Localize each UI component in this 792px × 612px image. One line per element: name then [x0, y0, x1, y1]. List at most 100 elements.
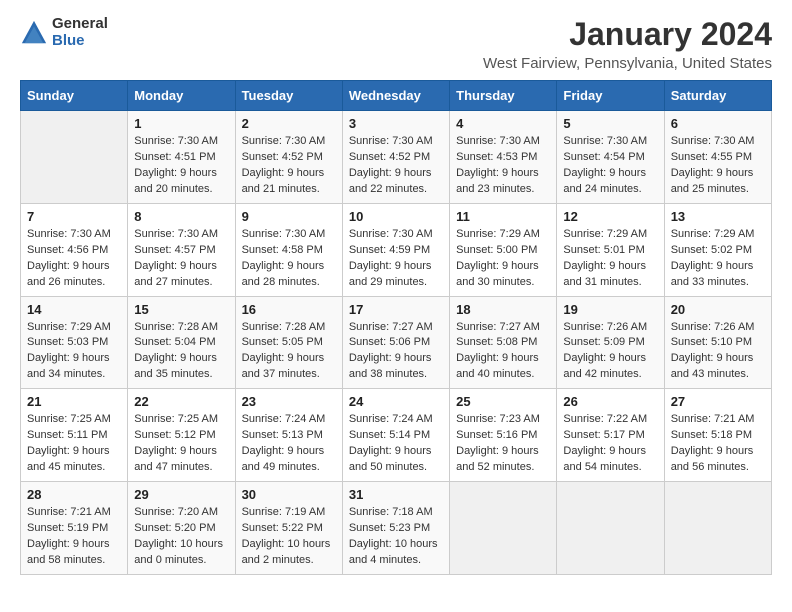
day-number: 2 [242, 116, 336, 131]
day-info: Sunrise: 7:30 AM Sunset: 4:52 PM Dayligh… [349, 134, 443, 198]
calendar-week-1: 1 Sunrise: 7:30 AM Sunset: 4:51 PM Daylig… [21, 111, 772, 204]
logo-icon [20, 19, 48, 47]
day-info: Sunrise: 7:28 AM Sunset: 5:05 PM Dayligh… [242, 320, 336, 384]
calendar-cell: 3Sunrise: 7:30 AM Sunset: 4:52 PM Daylig… [342, 111, 449, 204]
day-info: Sunrise: 7:25 AM Sunset: 5:12 PM Dayligh… [134, 412, 228, 476]
day-number: 25 [456, 394, 550, 409]
day-info: Sunrise: 7:26 AM Sunset: 5:10 PM Dayligh… [671, 320, 765, 384]
calendar-body: 1 Sunrise: 7:30 AM Sunset: 4:51 PM Daylig… [21, 111, 772, 575]
calendar-cell: 7 Sunrise: 7:30 AM Sunset: 4:56 PM Daylig… [21, 203, 128, 296]
month-title: January 2024 [483, 16, 772, 53]
day-info: Sunrise: 7:29 AM Sunset: 5:02 PM Dayligh… [671, 227, 765, 291]
calendar-cell: 16 Sunrise: 7:28 AM Sunset: 5:05 PM Dayli… [235, 296, 342, 389]
day-info: Sunrise: 7:30 AM Sunset: 4:59 PM Dayligh… [349, 227, 443, 291]
day-info: Sunrise: 7:24 AM Sunset: 5:14 PM Dayligh… [349, 412, 443, 476]
header-cell-friday: Friday [557, 81, 664, 111]
calendar-cell: 17Sunrise: 7:27 AM Sunset: 5:06 PM Dayli… [342, 296, 449, 389]
calendar-table: SundayMondayTuesdayWednesdayThursdayFrid… [20, 80, 772, 575]
title-block: January 2024 West Fairview, Pennsylvania… [483, 16, 772, 72]
calendar-cell: 9 Sunrise: 7:30 AM Sunset: 4:58 PM Daylig… [235, 203, 342, 296]
day-number: 7 [27, 209, 121, 224]
calendar-cell: 29 Sunrise: 7:20 AM Sunset: 5:20 PM Dayli… [128, 482, 235, 575]
calendar-cell: 2 Sunrise: 7:30 AM Sunset: 4:52 PM Daylig… [235, 111, 342, 204]
calendar-cell: 27Sunrise: 7:21 AM Sunset: 5:18 PM Dayli… [664, 389, 771, 482]
day-info: Sunrise: 7:29 AM Sunset: 5:01 PM Dayligh… [563, 227, 657, 291]
location-title: West Fairview, Pennsylvania, United Stat… [483, 55, 772, 72]
day-number: 4 [456, 116, 550, 131]
calendar-cell: 1 Sunrise: 7:30 AM Sunset: 4:51 PM Daylig… [128, 111, 235, 204]
day-number: 17 [349, 302, 443, 317]
day-info: Sunrise: 7:30 AM Sunset: 4:51 PM Dayligh… [134, 134, 228, 198]
page-header: General Blue January 2024 West Fairview,… [20, 16, 772, 72]
day-info: Sunrise: 7:28 AM Sunset: 5:04 PM Dayligh… [134, 320, 228, 384]
calendar-cell: 19 Sunrise: 7:26 AM Sunset: 5:09 PM Dayli… [557, 296, 664, 389]
calendar-cell: 23 Sunrise: 7:24 AM Sunset: 5:13 PM Dayli… [235, 389, 342, 482]
calendar-cell: 4Sunrise: 7:30 AM Sunset: 4:53 PM Daylig… [450, 111, 557, 204]
calendar-week-4: 21Sunrise: 7:25 AM Sunset: 5:11 PM Dayli… [21, 389, 772, 482]
day-number: 12 [563, 209, 657, 224]
day-number: 16 [242, 302, 336, 317]
calendar-week-3: 14 Sunrise: 7:29 AM Sunset: 5:03 PM Dayli… [21, 296, 772, 389]
calendar-cell: 22 Sunrise: 7:25 AM Sunset: 5:12 PM Dayli… [128, 389, 235, 482]
header-cell-thursday: Thursday [450, 81, 557, 111]
day-number: 23 [242, 394, 336, 409]
header-cell-sunday: Sunday [21, 81, 128, 111]
calendar-cell: 26Sunrise: 7:22 AM Sunset: 5:17 PM Dayli… [557, 389, 664, 482]
calendar-cell: 24Sunrise: 7:24 AM Sunset: 5:14 PM Dayli… [342, 389, 449, 482]
day-info: Sunrise: 7:21 AM Sunset: 5:19 PM Dayligh… [27, 505, 121, 569]
day-number: 29 [134, 487, 228, 502]
calendar-cell: 18 Sunrise: 7:27 AM Sunset: 5:08 PM Dayli… [450, 296, 557, 389]
day-info: Sunrise: 7:18 AM Sunset: 5:23 PM Dayligh… [349, 505, 443, 569]
header-cell-monday: Monday [128, 81, 235, 111]
day-info: Sunrise: 7:30 AM Sunset: 4:55 PM Dayligh… [671, 134, 765, 198]
day-info: Sunrise: 7:30 AM Sunset: 4:57 PM Dayligh… [134, 227, 228, 291]
calendar-cell [664, 482, 771, 575]
day-info: Sunrise: 7:19 AM Sunset: 5:22 PM Dayligh… [242, 505, 336, 569]
day-number: 5 [563, 116, 657, 131]
calendar-cell: 21Sunrise: 7:25 AM Sunset: 5:11 PM Dayli… [21, 389, 128, 482]
calendar-cell: 25 Sunrise: 7:23 AM Sunset: 5:16 PM Dayli… [450, 389, 557, 482]
calendar-cell: 10Sunrise: 7:30 AM Sunset: 4:59 PM Dayli… [342, 203, 449, 296]
calendar-cell: 8 Sunrise: 7:30 AM Sunset: 4:57 PM Daylig… [128, 203, 235, 296]
day-number: 6 [671, 116, 765, 131]
header-row: SundayMondayTuesdayWednesdayThursdayFrid… [21, 81, 772, 111]
header-cell-wednesday: Wednesday [342, 81, 449, 111]
calendar-header: SundayMondayTuesdayWednesdayThursdayFrid… [21, 81, 772, 111]
logo: General Blue [20, 16, 108, 49]
calendar-cell: 30Sunrise: 7:19 AM Sunset: 5:22 PM Dayli… [235, 482, 342, 575]
day-number: 13 [671, 209, 765, 224]
day-number: 14 [27, 302, 121, 317]
day-number: 18 [456, 302, 550, 317]
day-info: Sunrise: 7:26 AM Sunset: 5:09 PM Dayligh… [563, 320, 657, 384]
logo-text: General Blue [52, 16, 108, 49]
calendar-cell: 13 Sunrise: 7:29 AM Sunset: 5:02 PM Dayli… [664, 203, 771, 296]
day-info: Sunrise: 7:20 AM Sunset: 5:20 PM Dayligh… [134, 505, 228, 569]
day-number: 27 [671, 394, 765, 409]
day-info: Sunrise: 7:24 AM Sunset: 5:13 PM Dayligh… [242, 412, 336, 476]
day-info: Sunrise: 7:30 AM Sunset: 4:54 PM Dayligh… [563, 134, 657, 198]
day-number: 9 [242, 209, 336, 224]
day-info: Sunrise: 7:29 AM Sunset: 5:00 PM Dayligh… [456, 227, 550, 291]
calendar-cell: 15 Sunrise: 7:28 AM Sunset: 5:04 PM Dayli… [128, 296, 235, 389]
calendar-cell: 11 Sunrise: 7:29 AM Sunset: 5:00 PM Dayli… [450, 203, 557, 296]
day-number: 1 [134, 116, 228, 131]
header-cell-saturday: Saturday [664, 81, 771, 111]
day-number: 19 [563, 302, 657, 317]
day-number: 11 [456, 209, 550, 224]
logo-general-text: General [52, 16, 108, 33]
calendar-week-5: 28Sunrise: 7:21 AM Sunset: 5:19 PM Dayli… [21, 482, 772, 575]
day-info: Sunrise: 7:30 AM Sunset: 4:52 PM Dayligh… [242, 134, 336, 198]
day-info: Sunrise: 7:27 AM Sunset: 5:08 PM Dayligh… [456, 320, 550, 384]
day-info: Sunrise: 7:23 AM Sunset: 5:16 PM Dayligh… [456, 412, 550, 476]
calendar-cell [557, 482, 664, 575]
day-number: 20 [671, 302, 765, 317]
logo-blue-text: Blue [52, 33, 108, 50]
day-info: Sunrise: 7:29 AM Sunset: 5:03 PM Dayligh… [27, 320, 121, 384]
day-number: 8 [134, 209, 228, 224]
day-info: Sunrise: 7:22 AM Sunset: 5:17 PM Dayligh… [563, 412, 657, 476]
day-number: 22 [134, 394, 228, 409]
calendar-cell: 20 Sunrise: 7:26 AM Sunset: 5:10 PM Dayli… [664, 296, 771, 389]
day-number: 15 [134, 302, 228, 317]
day-info: Sunrise: 7:30 AM Sunset: 4:58 PM Dayligh… [242, 227, 336, 291]
day-info: Sunrise: 7:30 AM Sunset: 4:56 PM Dayligh… [27, 227, 121, 291]
